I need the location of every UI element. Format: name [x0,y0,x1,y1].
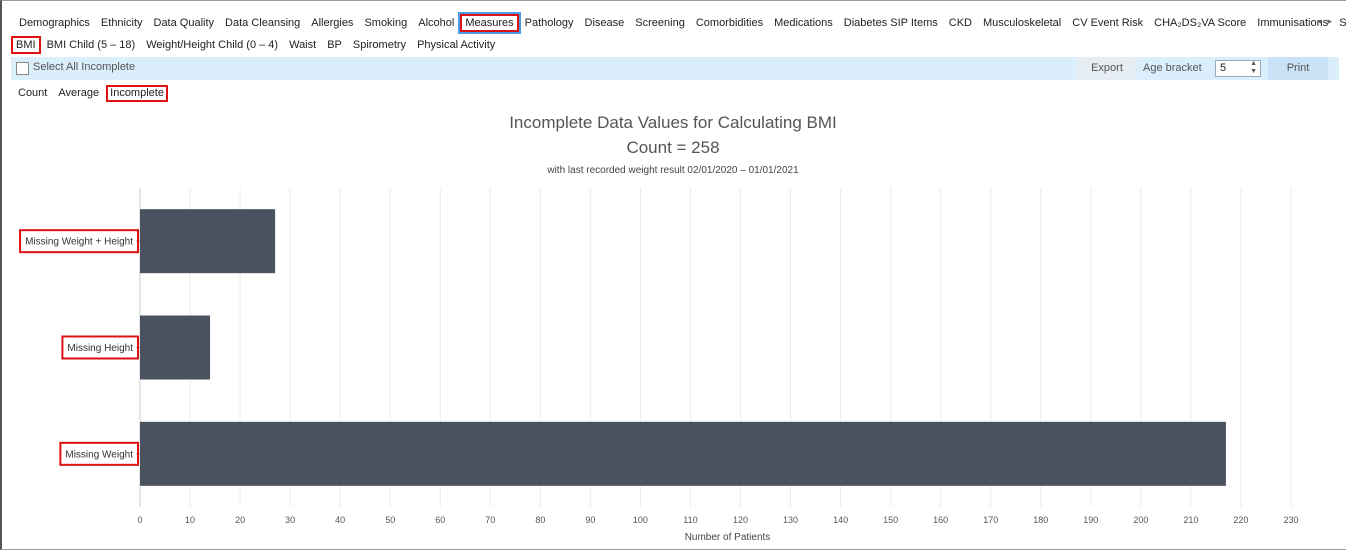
x-tick-label: 200 [1133,515,1148,525]
x-tick-label: 170 [983,515,998,525]
x-tick-label: 40 [335,515,345,525]
x-tick-label: 60 [435,515,445,525]
x-tick-label: 80 [535,515,545,525]
x-tick-label: 100 [633,515,648,525]
x-axis-label: Number of Patients [685,532,771,543]
x-tick-label: 50 [385,515,395,525]
x-tick-label: 130 [783,515,798,525]
x-tick-label: 20 [235,515,245,525]
bar-missing-weight [140,421,1226,486]
x-tick-label: 90 [585,515,595,525]
x-tick-label: 230 [1283,515,1298,525]
bar-missing-height [140,315,211,380]
x-tick-label: 0 [137,515,142,525]
x-tick-label: 70 [485,515,495,525]
x-tick-label: 110 [683,515,697,525]
x-tick-label: 220 [1233,515,1248,525]
x-tick-label: 190 [1083,515,1098,525]
x-tick-label: 210 [1183,515,1198,525]
bar-missing-weight-height [140,209,276,274]
x-tick-label: 10 [185,515,195,525]
x-tick-label: 180 [1033,515,1048,525]
x-tick-label: 160 [933,515,948,525]
y-category-label: Missing Weight + Height [25,237,133,248]
x-tick-label: 30 [285,515,295,525]
x-tick-label: 150 [883,515,898,525]
x-tick-label: 120 [733,515,748,525]
x-tick-label: 140 [833,515,848,525]
bar-chart: 0 10 20 30 40 50 60 70 80 90 100 110 120 130 140 150 160… [19,188,1298,543]
y-category-label: Missing Weight [65,449,133,460]
y-category-label: Missing Height [67,343,133,354]
